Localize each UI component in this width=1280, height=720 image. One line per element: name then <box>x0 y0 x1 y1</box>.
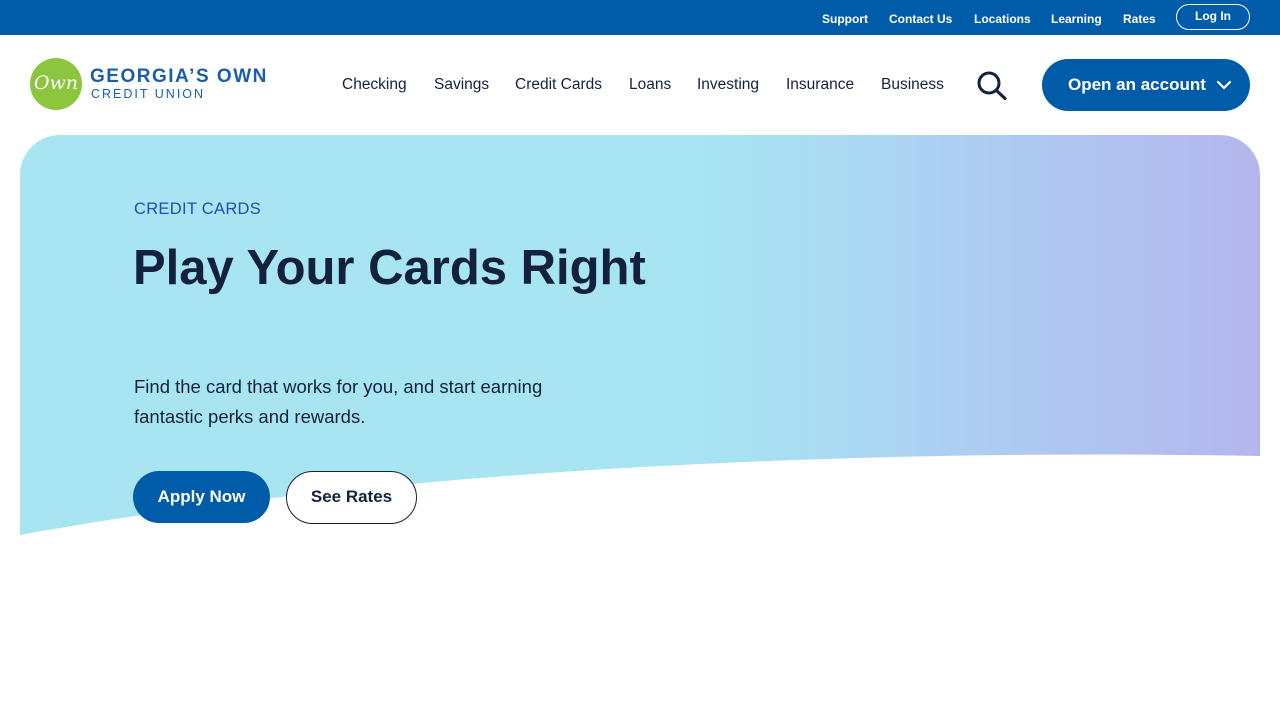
nav-item-investing[interactable]: Investing <box>697 76 759 94</box>
nav-item-credit-cards[interactable]: Credit Cards <box>515 76 602 94</box>
logo-name: GEORGIA’S OWN <box>90 66 268 87</box>
utility-link-rates[interactable]: Rates <box>1123 12 1156 26</box>
utility-link-learning[interactable]: Learning <box>1051 12 1102 26</box>
hero-eyebrow: CREDIT CARDS <box>134 200 262 218</box>
nav-item-business[interactable]: Business <box>881 76 944 94</box>
open-account-label: Open an account <box>1068 75 1206 94</box>
search-button[interactable] <box>976 70 1008 101</box>
nav-item-savings[interactable]: Savings <box>434 76 489 94</box>
utility-link-contact-us[interactable]: Contact Us <box>889 12 952 26</box>
open-account-button[interactable]: Open an account <box>1042 59 1250 111</box>
utility-link-support[interactable]: Support <box>822 12 868 26</box>
logo-mark-text: Own <box>33 72 79 94</box>
nav-item-checking[interactable]: Checking <box>342 76 407 94</box>
logo-mark: Own <box>30 58 82 110</box>
chevron-down-icon <box>1216 80 1232 90</box>
logo-subtitle: CREDIT UNION <box>91 87 206 101</box>
nav-item-insurance[interactable]: Insurance <box>786 76 854 94</box>
search-icon <box>977 71 1007 101</box>
login-button[interactable]: Log In <box>1176 4 1250 30</box>
utility-link-locations[interactable]: Locations <box>974 12 1031 26</box>
nav-item-loans[interactable]: Loans <box>629 76 671 94</box>
hero-subcopy: Find the card that works for you, and st… <box>134 376 543 427</box>
utility-bar: Support Contact Us Locations Learning Ra… <box>0 0 1280 35</box>
site-logo[interactable]: Own GEORGIA’S OWN CREDIT UNION <box>30 58 280 112</box>
apply-now-button[interactable]: Apply Now <box>133 471 270 523</box>
hero-headline: Play Your Cards Right <box>133 241 646 295</box>
see-rates-button[interactable]: See Rates <box>286 471 417 524</box>
